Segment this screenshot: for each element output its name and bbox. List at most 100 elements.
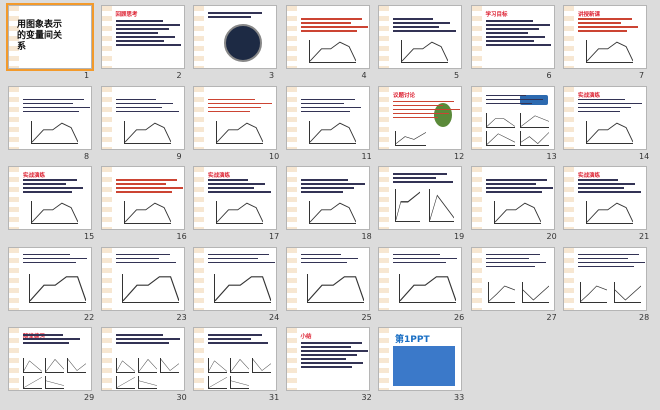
decorative-border xyxy=(379,6,389,68)
text-line xyxy=(578,265,634,268)
slide-thumbnail[interactable] xyxy=(378,166,462,230)
text-line xyxy=(485,179,547,181)
slide-thumbnail[interactable] xyxy=(470,246,555,311)
slide-thumbnail[interactable] xyxy=(470,85,555,150)
slide-thumbnail[interactable]: 随堂练习 xyxy=(8,327,92,391)
text-line xyxy=(578,98,625,101)
decorative-border xyxy=(286,86,297,149)
text-line xyxy=(393,108,460,111)
slide-thumbnail[interactable] xyxy=(100,85,185,150)
text-line xyxy=(115,257,159,260)
decorative-border xyxy=(379,247,389,310)
slide-title: 实战演练 xyxy=(23,173,46,179)
text-line xyxy=(485,44,551,46)
slide-thumbnail[interactable] xyxy=(193,85,277,150)
text-line xyxy=(115,32,158,34)
text-line xyxy=(485,32,528,34)
decorative-border xyxy=(379,328,389,390)
slide-thumbnail[interactable] xyxy=(100,166,185,230)
text-line xyxy=(23,334,63,336)
text-line xyxy=(208,191,271,193)
text-line xyxy=(485,36,545,38)
text-line xyxy=(208,187,254,189)
slide-thumbnail[interactable]: 实战演练 xyxy=(193,166,277,230)
slide-thumbnail[interactable] xyxy=(470,166,555,230)
slide-thumbnail[interactable]: 用图象表示的变量间关系 xyxy=(6,3,94,71)
slide-thumbnail[interactable]: 议题讨论 xyxy=(378,85,462,150)
slide-number: 3 xyxy=(269,71,275,80)
slide-thumbnail[interactable] xyxy=(378,5,462,69)
graph-sketch xyxy=(308,120,356,144)
graph-sketch xyxy=(216,120,263,144)
slide-number: 21 xyxy=(639,232,650,241)
text-line xyxy=(300,261,347,264)
text-line xyxy=(485,191,542,193)
slide-title: 用图象表示的变量间关系 xyxy=(17,20,63,52)
slide-thumbnail[interactable] xyxy=(8,85,92,150)
text-line xyxy=(115,253,170,256)
text-line xyxy=(578,22,621,24)
text-line xyxy=(578,102,642,105)
slide-number: 6 xyxy=(546,71,552,80)
slide-thumbnail[interactable]: 小结 xyxy=(285,327,370,391)
graph-sketch xyxy=(45,358,64,373)
text-line xyxy=(208,338,251,340)
decorative-border xyxy=(471,6,482,68)
slide-thumbnail[interactable]: 实战演练 xyxy=(563,85,647,150)
decorative-border xyxy=(194,6,204,68)
slide-thumbnail[interactable]: 学习目标 xyxy=(470,5,555,69)
slide-thumbnail[interactable] xyxy=(100,246,185,311)
text-line xyxy=(208,98,255,101)
slide-thumbnail[interactable] xyxy=(285,85,370,150)
slide-thumbnail[interactable] xyxy=(285,5,370,69)
slide-thumbnail[interactable]: 实战演练 xyxy=(8,166,92,230)
slide-thumbnail[interactable] xyxy=(193,5,277,69)
text-line xyxy=(23,106,90,109)
text-line xyxy=(208,183,265,185)
text-line xyxy=(393,173,447,175)
text-line xyxy=(208,106,261,109)
text-line xyxy=(485,253,540,256)
slide-thumbnail[interactable] xyxy=(8,246,92,311)
text-line xyxy=(300,366,352,368)
text-line xyxy=(485,28,539,30)
slide-thumbnail[interactable] xyxy=(193,327,277,391)
text-line xyxy=(208,110,250,113)
slide-thumbnail[interactable] xyxy=(563,246,647,311)
text-line xyxy=(393,30,456,32)
text-line xyxy=(23,261,76,264)
slide-thumbnail[interactable]: 实战演练 xyxy=(563,166,647,230)
slide-thumbnail[interactable] xyxy=(285,246,370,311)
slide-thumbnail[interactable]: 第1PPT xyxy=(378,327,462,391)
slide-thumbnail[interactable]: 讲授新课 xyxy=(563,5,647,69)
slide-thumbnail[interactable] xyxy=(100,327,185,391)
slide-number: 8 xyxy=(84,151,90,161)
graph-sketch xyxy=(137,376,157,389)
text-line xyxy=(115,102,173,105)
promo-banner xyxy=(393,346,455,386)
slide-number: 9 xyxy=(176,151,182,161)
graph-sketch xyxy=(230,376,249,389)
text-line xyxy=(115,342,169,344)
decorative-border xyxy=(9,247,19,310)
text-line xyxy=(485,265,535,268)
text-line xyxy=(23,179,77,181)
graph-sketch xyxy=(586,120,633,144)
text-line xyxy=(23,253,70,256)
slide-thumbnail[interactable]: 回顾思考 xyxy=(100,5,185,69)
slide-thumbnail[interactable] xyxy=(378,246,462,311)
slide-number: 7 xyxy=(639,71,645,80)
text-line xyxy=(23,183,66,185)
graph-sketch xyxy=(29,273,86,303)
slide-thumbnail[interactable] xyxy=(285,166,370,230)
graph-sketch xyxy=(123,201,171,224)
text-line xyxy=(393,100,454,103)
slide-number: 26 xyxy=(454,312,465,322)
slide-number: 17 xyxy=(269,232,280,241)
graph-sketch xyxy=(216,201,263,224)
slide-number: 2 xyxy=(176,71,182,80)
text-line xyxy=(393,22,450,24)
text-line xyxy=(115,261,176,264)
slide-thumbnail[interactable] xyxy=(193,246,277,311)
graph-sketch xyxy=(121,273,179,303)
